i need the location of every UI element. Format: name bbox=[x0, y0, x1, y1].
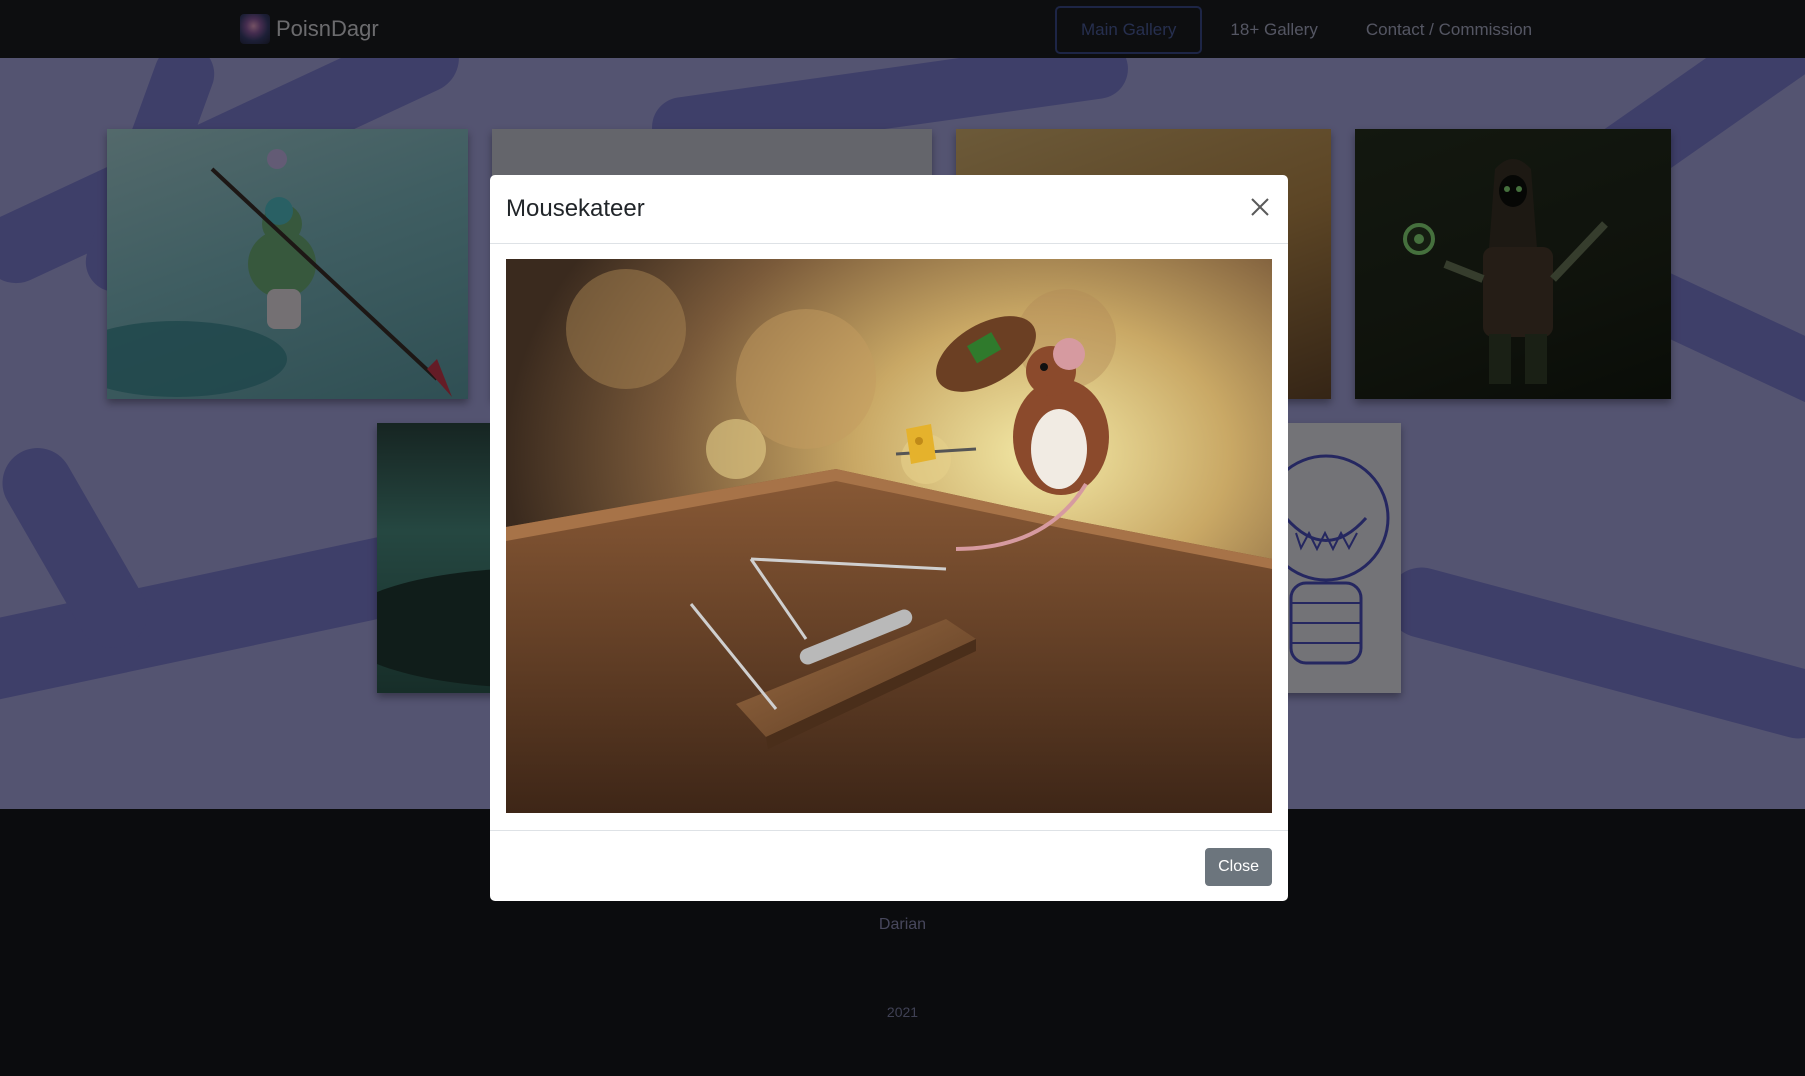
modal-footer: Close bbox=[490, 830, 1288, 901]
modal-title: Mousekateer bbox=[506, 195, 645, 222]
image-modal: Mousekateer Close bbox=[490, 175, 1288, 901]
mousekateer-artwork bbox=[506, 259, 1272, 813]
close-button[interactable]: Close bbox=[1205, 848, 1272, 886]
modal-body bbox=[506, 259, 1272, 813]
modal-header: Mousekateer bbox=[490, 175, 1288, 244]
close-icon[interactable] bbox=[1246, 193, 1274, 221]
